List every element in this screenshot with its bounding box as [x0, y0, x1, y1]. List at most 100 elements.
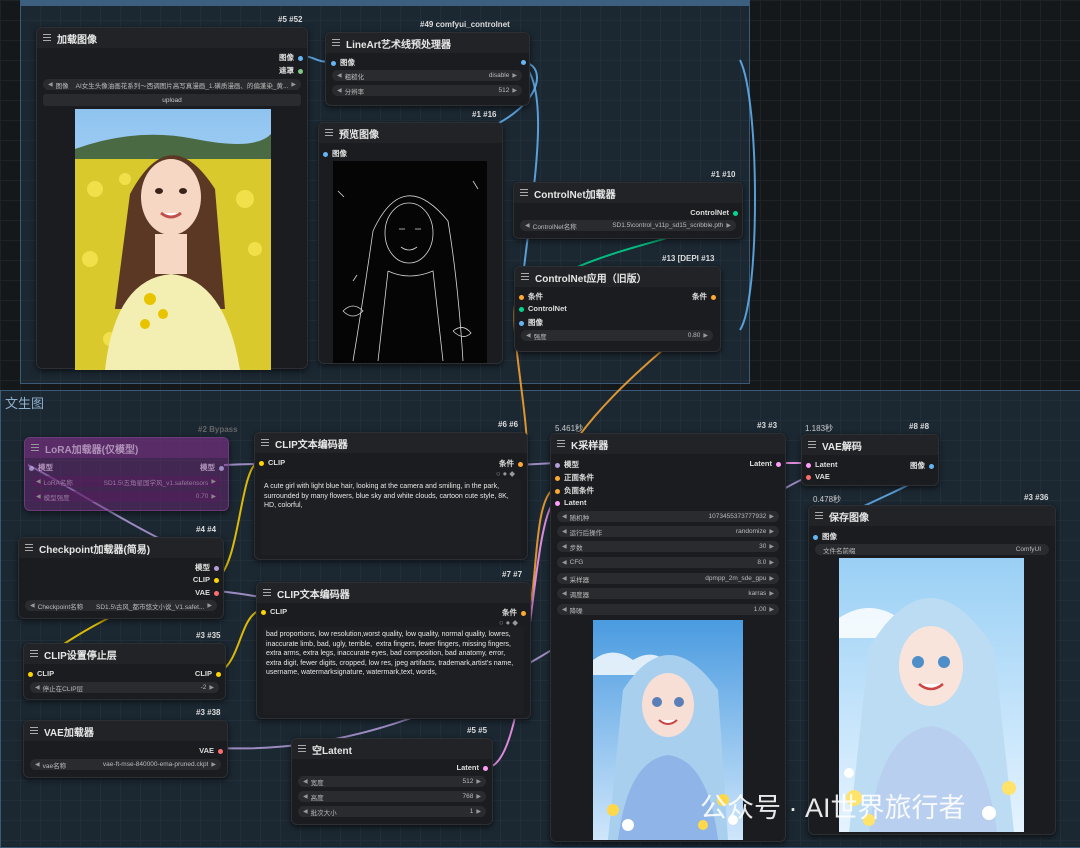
upload-button[interactable]: upload: [43, 94, 301, 106]
node-title[interactable]: LineArt艺术线预处理器: [326, 33, 529, 53]
vae-decode-node[interactable]: VAE解码 Latent 图像 VAE: [801, 434, 939, 486]
input-vae[interactable]: VAE: [806, 472, 830, 481]
execution-time: 1.183秒: [805, 424, 834, 433]
node-title[interactable]: 空Latent: [292, 739, 492, 759]
node-badge: #1 #16: [472, 110, 497, 119]
node-canvas[interactable]: 文生图 #49 comfyui_controlnet 加载图像 图像 遮罩 ◀ 图…: [0, 0, 1080, 848]
node-title[interactable]: CLIP文本编码器: [255, 433, 527, 453]
node-title[interactable]: ControlNet加载器: [514, 183, 742, 203]
image-port-dot: [331, 60, 336, 66]
lora-name-widget[interactable]: ◀ LoRA名称 SD1.5\五角星国学风_v1.safetensors ▶: [31, 476, 221, 487]
node-title[interactable]: 加载图像: [37, 28, 307, 48]
node-title[interactable]: CLIP设置停止层: [24, 644, 225, 664]
input-model[interactable]: 模型: [29, 462, 53, 473]
scheduler-widget[interactable]: ◀ 调度器 karras ▶: [557, 588, 779, 599]
input-clip[interactable]: CLIP: [261, 607, 287, 616]
node-title[interactable]: CLIP文本编码器: [257, 583, 530, 603]
input-conditioning[interactable]: 条件: [519, 291, 543, 302]
input-controlnet[interactable]: ControlNet: [519, 304, 567, 313]
width-widget[interactable]: ◀ 宽度 512 ▶: [298, 776, 486, 787]
node-badge: #3 #3: [757, 421, 778, 430]
input-image[interactable]: 图像: [331, 57, 355, 68]
cfg-widget[interactable]: ◀ CFG 8.0 ▶: [557, 557, 779, 568]
clip-set-last-layer-node[interactable]: CLIP设置停止层 CLIP CLIP ◀ 停止在CLIP层 -2 ▶: [23, 643, 226, 700]
output-conditioning[interactable]: 条件: [692, 291, 716, 302]
input-clip[interactable]: CLIP: [28, 669, 54, 678]
output-image[interactable]: 图像: [910, 460, 934, 471]
height-widget[interactable]: ◀ 高度 768 ▶: [298, 791, 486, 802]
image-port-dot: [521, 59, 526, 65]
input-image[interactable]: 图像: [519, 317, 543, 328]
output-image[interactable]: [517, 57, 526, 66]
lineart-preprocessor-node[interactable]: LineArt艺术线预处理器 图像 ◀ 粗糙化 disable ▶ ◀ 分辨率 512 ▶: [325, 32, 530, 106]
clip-text-encode-negative-node[interactable]: CLIP文本编码器 CLIP 条件 ○ ● ◆ bad proportions,…: [256, 582, 531, 719]
output-image[interactable]: 图像: [279, 52, 303, 63]
output-mask[interactable]: 遮罩: [279, 65, 303, 76]
input-image[interactable]: 图像: [323, 148, 347, 159]
widget-toggle-icons[interactable]: ○ ● ◆: [499, 618, 518, 627]
output-vae[interactable]: VAE: [199, 746, 223, 755]
conditioning-port-dot: [518, 461, 523, 467]
output-conditioning[interactable]: 条件: [499, 458, 523, 469]
denoise-widget[interactable]: ◀ 降噪 1.00 ▶: [557, 604, 779, 615]
checkpoint-name-widget[interactable]: ◀ Checkpoint名称 SD1.5\古风_都市悠文小说_V1.safet...…: [25, 600, 217, 611]
image-select-widget[interactable]: ◀ 图像 AI女生头像油画花系列～西调图片高写真漫画_1.磺质漫画、的偏蓬染_黄..…: [43, 79, 301, 90]
resolution-widget[interactable]: ◀ 分辨率 512 ▶: [332, 85, 522, 96]
node-title[interactable]: ControlNet应用（旧版）: [515, 267, 720, 287]
sampler-widget[interactable]: ◀ 采样器 dpmpp_2m_sde_gpu ▶: [557, 573, 779, 584]
controlnet-apply-node[interactable]: ControlNet应用（旧版） 条件 条件 ControlNet 图像 ◀ 强度…: [514, 266, 721, 352]
vae-name-widget[interactable]: ◀ vae名称 vae-ft-mse-840000-ema-pruned.ckpt ▶: [30, 759, 221, 770]
empty-latent-node[interactable]: 空Latent Latent ◀ 宽度 512 ▶ ◀ 高度 768 ▶ ◀ 批次大小 1 ▶: [291, 738, 493, 825]
strength-widget[interactable]: ◀ 强度 0.80 ▶: [521, 330, 713, 341]
controlnet-name-widget[interactable]: ◀ ControlNet名称 SD1.5\control_v11p_sd15_scr…: [520, 220, 736, 231]
output-clip[interactable]: CLIP: [195, 669, 221, 678]
node-title[interactable]: 预览图像: [319, 123, 502, 143]
ksampler-node[interactable]: K采样器 模型 Latent 正面条件 负面条件 Latent ◀ 随机种 1073…: [550, 433, 786, 842]
control-after-generate-widget[interactable]: ◀ 运行后操作 randomize ▶: [557, 526, 779, 537]
node-title[interactable]: VAE加载器: [24, 721, 227, 741]
output-controlnet[interactable]: ControlNet: [690, 208, 738, 217]
input-positive[interactable]: 正面条件: [555, 472, 594, 483]
node-title[interactable]: VAE解码: [802, 435, 938, 455]
controlnet-port-dot: [519, 306, 524, 312]
vae-loader-node[interactable]: VAE加载器 VAE ◀ vae名称 vae-ft-mse-840000-ema-p…: [23, 720, 228, 778]
lora-strength-widget[interactable]: ◀ 模型强度 0.70 ▶: [31, 491, 221, 502]
coarse-widget[interactable]: ◀ 粗糙化 disable ▶: [332, 70, 522, 81]
widget-toggle-icons[interactable]: ○ ● ◆: [496, 469, 515, 478]
negative-prompt-text[interactable]: bad proportions, low resolution,worst qu…: [263, 627, 524, 715]
input-latent[interactable]: Latent: [806, 460, 838, 469]
node-title[interactable]: LoRA加载器(仅模型): [25, 438, 228, 458]
output-model[interactable]: 模型: [200, 462, 224, 473]
load-image-node[interactable]: 加载图像 图像 遮罩 ◀ 图像 AI女生头像油画花系列～西调图片高写真漫画_1.磺质…: [36, 27, 308, 370]
output-latent[interactable]: Latent: [750, 459, 781, 468]
clip-port-dot: [28, 671, 33, 677]
image-port-dot: [813, 534, 818, 540]
node-title[interactable]: K采样器: [551, 434, 785, 454]
input-model[interactable]: 模型: [555, 459, 579, 470]
batch-size-widget[interactable]: ◀ 批次大小 1 ▶: [298, 806, 486, 817]
input-latent[interactable]: Latent: [555, 498, 587, 507]
output-latent[interactable]: Latent: [457, 763, 488, 772]
output-clip[interactable]: CLIP: [193, 575, 219, 584]
image-port-dot: [298, 55, 303, 61]
clip-text-encode-positive-node[interactable]: CLIP文本编码器 CLIP 条件 ○ ● ◆ A cute girl with…: [254, 432, 528, 560]
filename-prefix-widget[interactable]: 文件名前缀 ComfyUI: [815, 544, 1049, 555]
seed-widget[interactable]: ◀ 随机种 1073455373777932 ▶: [557, 511, 779, 522]
lora-loader-node[interactable]: LoRA加载器(仅模型) 模型 模型 ◀ LoRA名称 SD1.5\五角星国学风_v…: [24, 437, 229, 511]
checkpoint-loader-node[interactable]: Checkpoint加载器(简易) 模型 CLIP VAE ◀ Checkpoin…: [18, 537, 224, 619]
output-vae[interactable]: VAE: [195, 588, 219, 597]
input-image[interactable]: 图像: [813, 531, 837, 542]
input-negative[interactable]: 负面条件: [555, 485, 594, 496]
output-conditioning[interactable]: 条件: [502, 607, 526, 618]
node-title[interactable]: Checkpoint加载器(简易): [19, 538, 223, 558]
node-badge: #3 #36: [1024, 493, 1049, 502]
positive-prompt-text[interactable]: A cute girl with light blue hair, lookin…: [261, 479, 521, 555]
preview-image-node[interactable]: 预览图像 图像: [318, 122, 503, 364]
steps-widget[interactable]: ◀ 步数 30 ▶: [557, 541, 779, 552]
node-title[interactable]: 保存图像: [809, 506, 1055, 526]
controlnet-loader-node[interactable]: ControlNet加载器 ControlNet ◀ ControlNet名称 SD…: [513, 182, 743, 239]
input-clip[interactable]: CLIP: [259, 458, 285, 467]
model-port-dot: [555, 462, 560, 468]
output-model[interactable]: 模型: [195, 562, 219, 573]
stop-layer-widget[interactable]: ◀ 停止在CLIP层 -2 ▶: [30, 682, 219, 693]
